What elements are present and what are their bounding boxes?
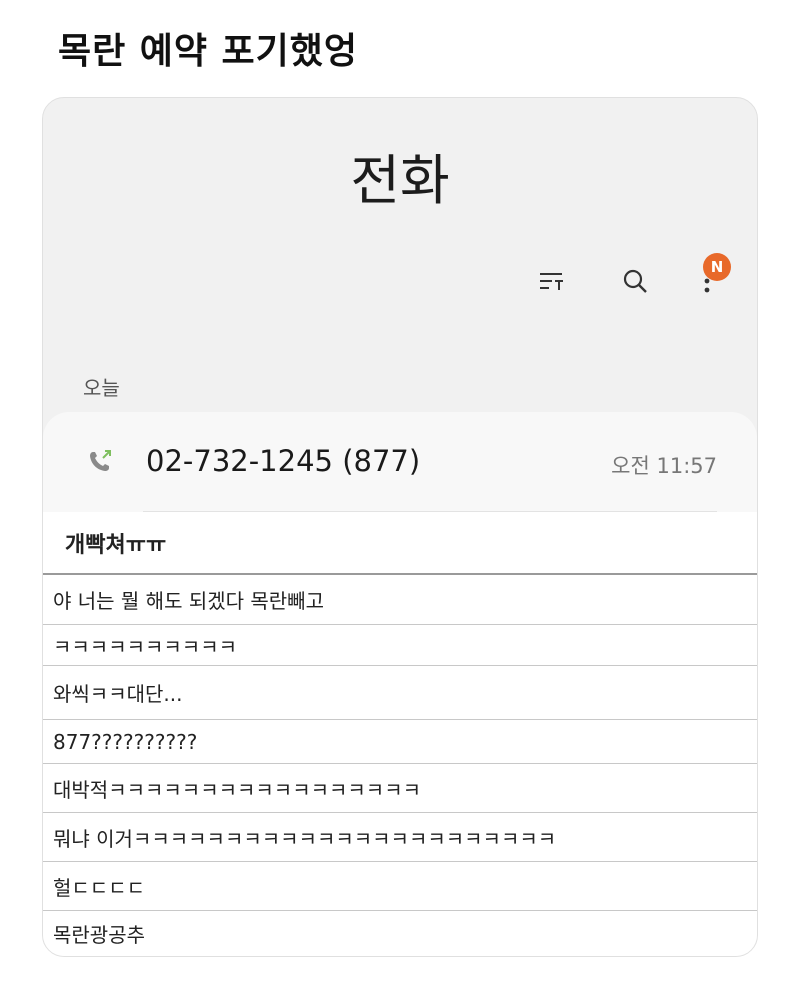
app-title: 전화: [350, 149, 450, 212]
call-number: 02-732-1245 (877): [146, 444, 421, 478]
post-title: 목란 예약 포기했엉: [58, 31, 359, 72]
comment-list: 개빡쳐ㅠㅠ 야 너는 뭘 해도 되겠다 목란빼고 ㅋㅋㅋㅋㅋㅋㅋㅋㅋㅋ 와씩ㅋㅋ…: [43, 512, 757, 956]
phone-screenshot: 전화 N 오늘 02-732-1245 (877) 오전 11:57 개빡쳐ㅠㅠ…: [42, 97, 758, 957]
comment-item: 헐ㄷㄷㄷㄷ: [43, 862, 757, 911]
call-time: 오전 11:57: [611, 454, 717, 478]
comment-item: 대박적ㅋㅋㅋㅋㅋㅋㅋㅋㅋㅋㅋㅋㅋㅋㅋㅋㅋ: [43, 764, 757, 813]
notification-badge: N: [703, 253, 731, 281]
call-log-item[interactable]: 02-732-1245 (877) 오전 11:57: [43, 412, 757, 512]
section-label-today: 오늘: [83, 376, 120, 400]
search-icon[interactable]: [617, 263, 653, 299]
comment-item: 야 너는 뭘 해도 되겠다 목란빼고: [43, 575, 757, 625]
comment-item: 목란광공추: [53, 923, 145, 947]
comment-item: 와씩ㅋㅋ대단...: [43, 666, 757, 720]
comment-item: 877??????????: [43, 720, 757, 764]
outgoing-call-icon: [85, 446, 115, 476]
comment-item: 뭐냐 이거ㅋㅋㅋㅋㅋㅋㅋㅋㅋㅋㅋㅋㅋㅋㅋㅋㅋㅋㅋㅋㅋㅋㅋ: [43, 813, 757, 862]
comment-item: ㅋㅋㅋㅋㅋㅋㅋㅋㅋㅋ: [43, 625, 757, 666]
comment-item: 개빡쳐ㅠㅠ: [43, 512, 757, 575]
filter-icon[interactable]: [533, 263, 569, 299]
